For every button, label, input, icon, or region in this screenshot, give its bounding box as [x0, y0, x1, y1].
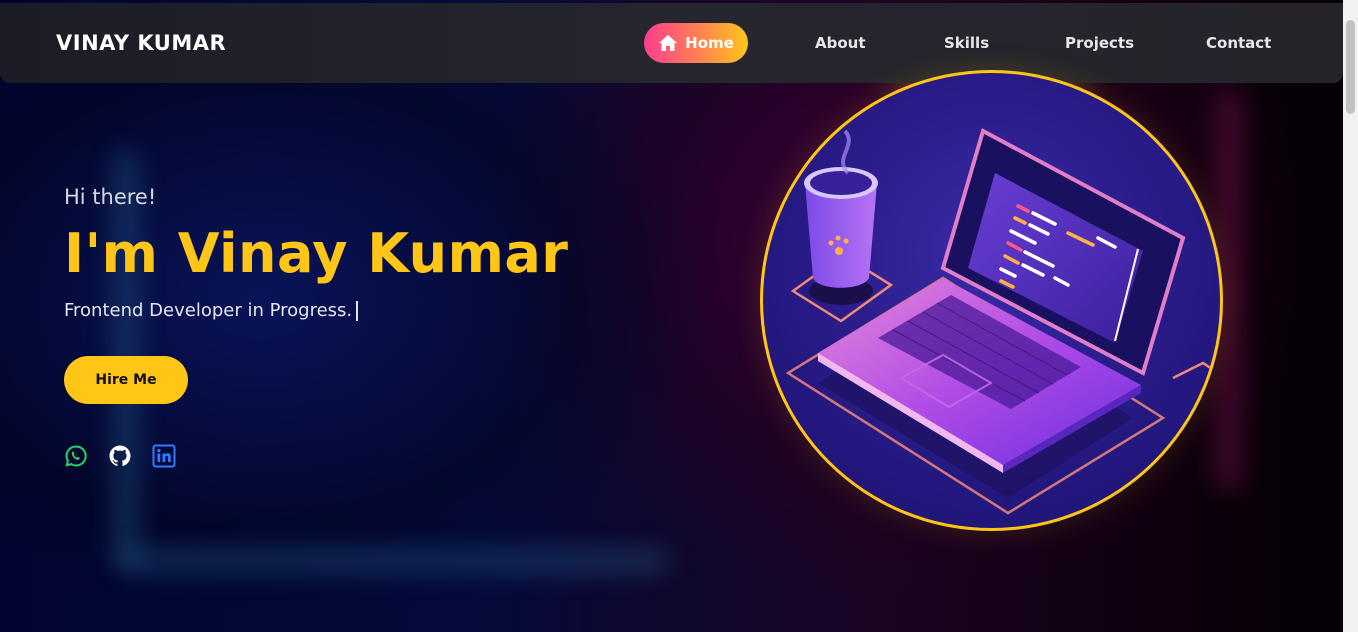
decorative-glow — [120, 548, 670, 574]
tagline-text: Frontend Developer in Progress. — [64, 300, 353, 321]
github-link[interactable] — [108, 444, 132, 468]
scrollbar-thumb[interactable] — [1346, 20, 1355, 114]
github-icon — [109, 445, 131, 466]
navbar: VINAY KUMAR Home About Skills Projects C… — [0, 3, 1343, 83]
nav-item-label: Home — [685, 34, 734, 52]
home-icon — [659, 35, 678, 51]
page-background: VINAY KUMAR Home About Skills Projects C… — [0, 0, 1343, 632]
typing-cursor — [356, 301, 359, 321]
whatsapp-icon — [65, 445, 87, 467]
hero-illustration — [760, 70, 1223, 531]
nav-item-skills[interactable]: Skills — [944, 34, 989, 52]
whatsapp-link[interactable] — [64, 444, 88, 468]
page-scrollbar[interactable] — [1343, 0, 1358, 632]
nav-item-home[interactable]: Home — [644, 23, 748, 63]
hero-tagline: Frontend Developer in Progress. — [64, 300, 359, 321]
linkedin-icon — [152, 444, 176, 468]
brand-logo[interactable]: VINAY KUMAR — [56, 31, 226, 55]
hero-headline: I'm Vinay Kumar — [64, 222, 569, 285]
greeting-text: Hi there! — [64, 185, 157, 209]
nav-item-projects[interactable]: Projects — [1065, 34, 1134, 52]
hire-me-button[interactable]: Hire Me — [64, 356, 188, 404]
nav-item-about[interactable]: About — [815, 34, 866, 52]
nav-item-contact[interactable]: Contact — [1206, 34, 1271, 52]
linkedin-link[interactable] — [152, 444, 176, 468]
laptop-coffee-illustration — [785, 128, 1216, 515]
